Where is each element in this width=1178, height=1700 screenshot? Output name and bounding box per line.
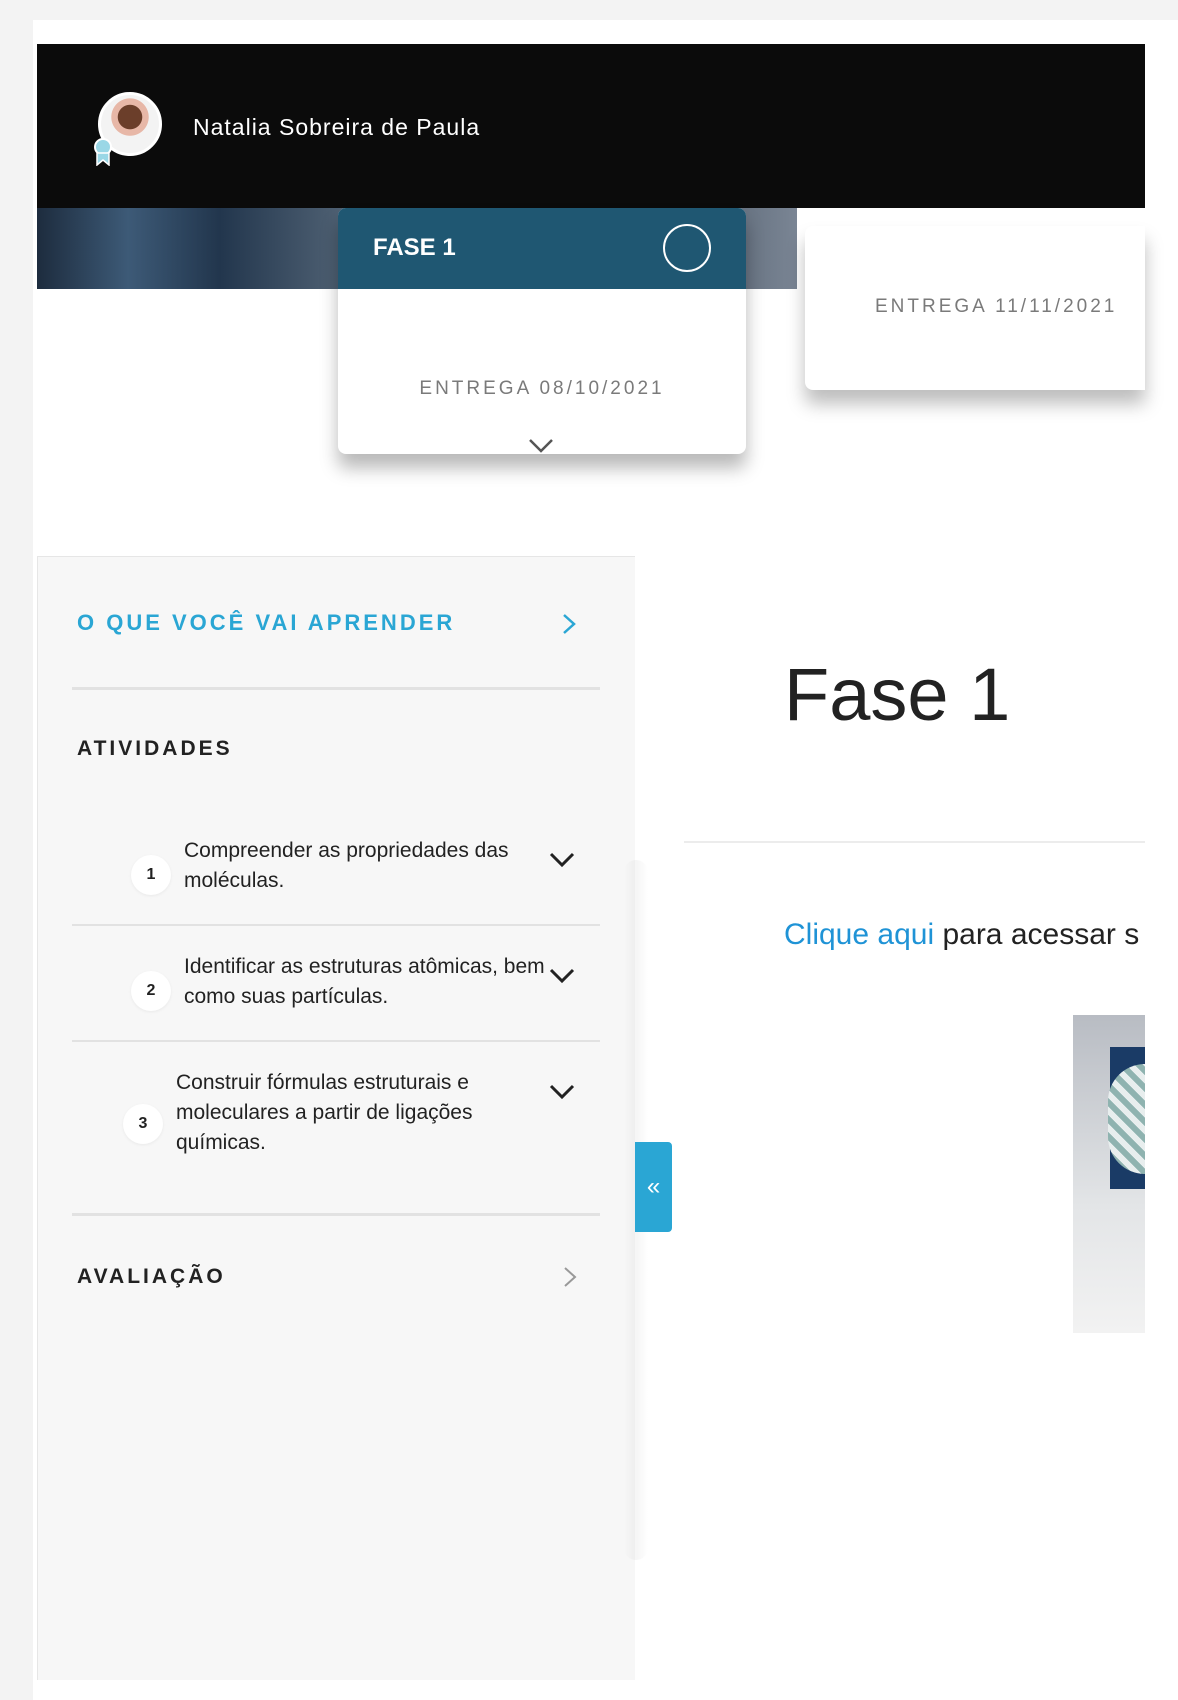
paragraph-text: para acessar s bbox=[934, 918, 1140, 951]
content-image-figure bbox=[1108, 1064, 1145, 1174]
content-paragraph: Clique aqui para acessar s bbox=[784, 918, 1139, 952]
divider bbox=[72, 1213, 600, 1216]
divider bbox=[684, 841, 1145, 843]
chevron-right-icon[interactable] bbox=[561, 612, 577, 636]
award-badge-icon bbox=[94, 138, 112, 166]
activity-item[interactable]: 1 Compreender as propriedades das molécu… bbox=[72, 836, 600, 926]
phase-card-1[interactable]: FASE 1 ENTREGA 08/10/2021 bbox=[338, 208, 746, 454]
activity-item[interactable]: 2 Identificar as estruturas atômicas, be… bbox=[72, 952, 600, 1042]
chevron-down-icon[interactable] bbox=[548, 967, 576, 985]
phase-card-header: FASE 1 bbox=[338, 208, 746, 289]
learn-objectives-link[interactable]: O QUE VOCÊ VAI APRENDER bbox=[77, 610, 455, 636]
divider bbox=[72, 687, 600, 690]
phase-card-2[interactable]: ENTREGA 11/11/2021 bbox=[805, 226, 1145, 390]
chevron-down-icon[interactable] bbox=[548, 851, 576, 869]
page-title: Fase 1 bbox=[784, 653, 1011, 736]
phase-delivery-date: ENTREGA 08/10/2021 bbox=[419, 378, 665, 399]
access-link[interactable]: Clique aqui bbox=[784, 918, 934, 951]
chevron-down-icon[interactable] bbox=[548, 1083, 576, 1101]
chevron-right-icon[interactable] bbox=[563, 1265, 577, 1289]
collapse-sidebar-button[interactable]: « bbox=[635, 1142, 672, 1232]
activities-heading: ATIVIDADES bbox=[77, 737, 233, 760]
activity-number: 1 bbox=[131, 855, 171, 895]
activity-number: 3 bbox=[123, 1104, 163, 1144]
divider bbox=[72, 924, 600, 926]
activity-item[interactable]: 3 Construir fórmulas estruturais e molec… bbox=[72, 1068, 600, 1178]
activity-text: Construir fórmulas estruturais e molecul… bbox=[176, 1071, 473, 1154]
divider bbox=[72, 1040, 600, 1042]
phase-status-circle-icon bbox=[663, 224, 711, 272]
chevron-down-icon[interactable] bbox=[528, 438, 554, 454]
activity-number: 2 bbox=[131, 971, 171, 1011]
phase-delivery-date: ENTREGA 11/11/2021 bbox=[875, 296, 1118, 317]
activity-text: Compreender as propriedades das molécula… bbox=[184, 839, 509, 892]
phase-title: FASE 1 bbox=[373, 234, 456, 261]
assessment-link[interactable]: AVALIAÇÃO bbox=[77, 1265, 226, 1289]
activity-text: Identificar as estruturas atômicas, bem … bbox=[184, 955, 545, 1008]
user-name: Natalia Sobreira de Paula bbox=[193, 114, 481, 140]
